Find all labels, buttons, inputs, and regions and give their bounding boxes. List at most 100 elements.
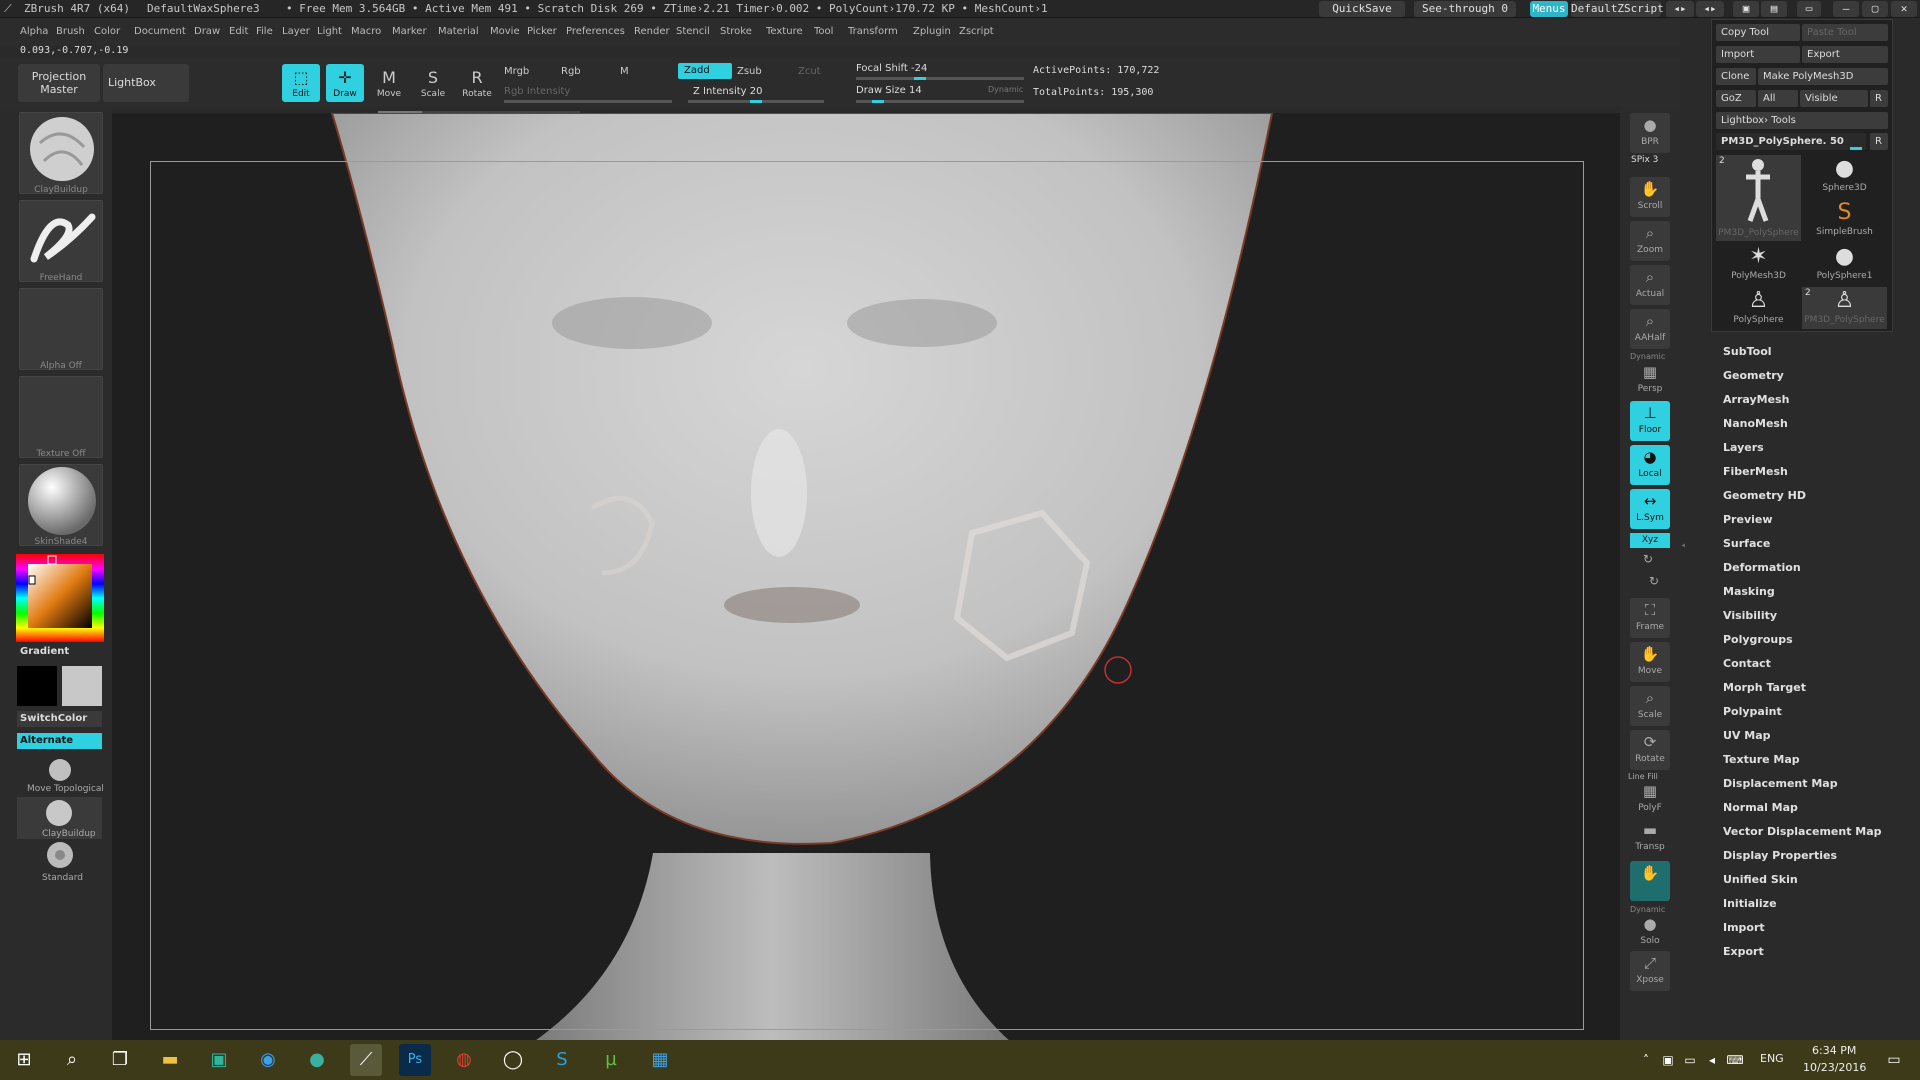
menu-surface[interactable]: Surface [1723, 537, 1770, 550]
actual-button[interactable]: ⌕ Actual [1630, 265, 1670, 305]
lightbox-button[interactable]: LightBox [103, 64, 189, 102]
clone-button[interactable]: Clone [1716, 68, 1756, 85]
menu-movie[interactable]: Movie [490, 26, 520, 37]
tool-item-simplebrush[interactable]: S SimpleBrush [1802, 199, 1887, 241]
frame-button[interactable]: ⛶ Frame [1630, 598, 1670, 638]
lightbox-tools-button[interactable]: Lightbox› Tools [1716, 112, 1888, 129]
projection-master-button[interactable]: Projection Master [18, 64, 100, 102]
menu-polygroups[interactable]: Polygroups [1723, 633, 1793, 646]
see-through-slider[interactable]: See-through 0 [1414, 1, 1516, 17]
tray-app-icon[interactable]: ▣ [1658, 1044, 1678, 1076]
menu-stroke[interactable]: Stroke [720, 26, 752, 37]
menu-geometry-hd[interactable]: Geometry HD [1723, 489, 1806, 502]
move-button[interactable]: M Move [370, 64, 408, 102]
focal-shift-knob[interactable] [914, 77, 926, 80]
switchcolor-button[interactable]: SwitchColor [17, 711, 102, 727]
tool-item-pm3d-polysphere[interactable]: 2 PM3D_PolySphere [1716, 155, 1801, 241]
close-icon[interactable]: ✕ [1891, 1, 1917, 17]
draw-size-knob[interactable] [872, 100, 884, 103]
color-picker[interactable] [16, 554, 104, 642]
primary-color-swatch[interactable] [17, 666, 57, 706]
rgb-button[interactable]: Rgb [561, 66, 581, 77]
alternate-button[interactable]: Alternate [17, 733, 102, 749]
menu-unified-skin[interactable]: Unified Skin [1723, 873, 1798, 886]
z-intensity-knob[interactable] [750, 100, 762, 103]
photoshop-icon[interactable]: Ps [399, 1044, 431, 1076]
tray-chevron-icon[interactable]: ˄ [1636, 1044, 1656, 1076]
chrome-icon[interactable]: ◍ [448, 1044, 480, 1076]
layout-left-icon[interactable]: ◂▸ [1666, 1, 1694, 17]
copy-tool-button[interactable]: Copy Tool [1716, 24, 1800, 41]
scale-view-button[interactable]: ⌕ Scale [1630, 686, 1670, 726]
transp-button[interactable]: ▬ Transp [1630, 818, 1670, 858]
tool-item-polysphere[interactable]: ♙ PolySphere [1716, 287, 1801, 329]
ui-layout2-icon[interactable]: ▤ [1761, 1, 1787, 17]
focal-shift-slider[interactable]: Focal Shift -24 [856, 63, 927, 74]
z-intensity-slider[interactable]: Z Intensity 20 [693, 86, 762, 97]
rgb-intensity-slider[interactable]: Rgb Intensity [504, 86, 570, 97]
lock-icon[interactable]: ▭ [1797, 1, 1821, 17]
menu-alpha[interactable]: Alpha [20, 26, 48, 37]
app-globe-icon[interactable]: ● [301, 1044, 333, 1076]
file-explorer-icon[interactable]: ▬ [154, 1044, 186, 1076]
menus-toggle[interactable]: Menus [1530, 1, 1568, 17]
menu-displacement-map[interactable]: Displacement Map [1723, 777, 1838, 790]
menu-render[interactable]: Render [634, 26, 670, 37]
menu-subtool[interactable]: SubTool [1723, 345, 1772, 358]
maximize-icon[interactable]: ▢ [1862, 1, 1888, 17]
tool-item-pm3d-polysphere-2[interactable]: 2 ♙ PM3D_PolySphere [1802, 287, 1887, 329]
goz-visible-button[interactable]: Visible [1800, 90, 1868, 107]
texture-thumbnail[interactable]: Texture Off [19, 376, 103, 459]
tool-item-sphere3d[interactable]: ● Sphere3D [1802, 155, 1887, 197]
menu-polypaint[interactable]: Polypaint [1723, 705, 1782, 718]
local-button[interactable]: ◕ Local [1630, 445, 1670, 485]
solo-button[interactable]: ● Solo [1630, 912, 1670, 952]
clock-date[interactable]: 10/23/2016 [1803, 1061, 1866, 1074]
move-topological-brush-icon[interactable] [40, 756, 80, 782]
menu-nanomesh[interactable]: NanoMesh [1723, 417, 1788, 430]
current-tool-knob[interactable] [1850, 147, 1862, 150]
quicksave-button[interactable]: QuickSave [1319, 1, 1405, 17]
zbrush-logo-icon[interactable]: ⟋ [4, 0, 12, 17]
tool-export-button[interactable]: Export [1802, 46, 1888, 63]
menu-visibility[interactable]: Visibility [1723, 609, 1777, 622]
menu-brush[interactable]: Brush [56, 26, 85, 37]
menu-macro[interactable]: Macro [351, 26, 381, 37]
current-tool-slider[interactable]: PM3D_PolySphere. 50 [1716, 133, 1866, 150]
menu-preferences[interactable]: Preferences [566, 26, 625, 37]
menu-initialize[interactable]: Initialize [1723, 897, 1777, 910]
stroke-thumbnail[interactable]: FreeHand [19, 200, 103, 283]
default-zscript-button[interactable]: DefaultZScript [1571, 1, 1664, 17]
tray-collapse-icon[interactable]: ◂ [1680, 540, 1688, 560]
clock-time[interactable]: 6:34 PM [1812, 1044, 1856, 1057]
menu-material[interactable]: Material [438, 26, 479, 37]
menu-morph-target[interactable]: Morph Target [1723, 681, 1806, 694]
xyz-button[interactable]: Xyz [1630, 533, 1670, 548]
skype-icon[interactable]: S [546, 1044, 578, 1076]
zbrush-taskbar-icon[interactable]: ⟋ [350, 1044, 382, 1076]
tool-item-polymesh3d[interactable]: ✶ PolyMesh3D [1716, 243, 1801, 285]
rotate-view-button[interactable]: ⟳ Rotate [1630, 730, 1670, 770]
app-window-icon[interactable]: ▦ [644, 1044, 676, 1076]
draw-button[interactable]: ✛ Draw [326, 64, 364, 102]
menu-import[interactable]: Import [1723, 921, 1765, 934]
menu-layer[interactable]: Layer [282, 26, 310, 37]
menu-display-properties[interactable]: Display Properties [1723, 849, 1837, 862]
menu-preview[interactable]: Preview [1723, 513, 1773, 526]
zcut-button[interactable]: Zcut [798, 66, 821, 77]
standard-brush-icon[interactable] [40, 840, 80, 870]
minimize-icon[interactable]: – [1833, 1, 1859, 17]
menu-export[interactable]: Export [1723, 945, 1764, 958]
menu-zplugin[interactable]: Zplugin [913, 26, 951, 37]
menu-contact[interactable]: Contact [1723, 657, 1771, 670]
tool-item-polysphere1[interactable]: ● PolySphere1 [1802, 243, 1887, 285]
rotate-button[interactable]: R Rotate [458, 64, 496, 102]
draw-size-slider[interactable]: Draw Size 14 [856, 85, 922, 96]
menu-layers[interactable]: Layers [1723, 441, 1764, 454]
menu-uv-map[interactable]: UV Map [1723, 729, 1771, 742]
lsym-button[interactable]: ↔ L.Sym [1630, 489, 1670, 529]
gradient-label[interactable]: Gradient [20, 646, 69, 657]
network-icon[interactable]: ▭ [1680, 1044, 1700, 1076]
goz-r-button[interactable]: R [1870, 90, 1888, 107]
goz-button[interactable]: GoZ [1716, 90, 1756, 107]
